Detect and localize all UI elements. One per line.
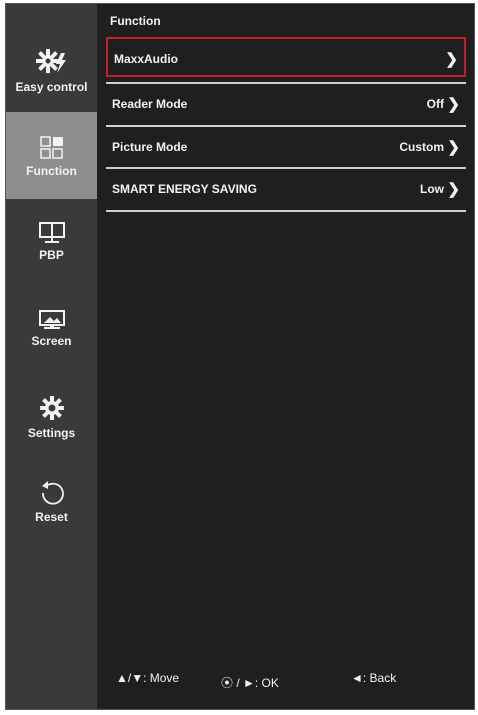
menu-item-value: Off xyxy=(426,97,444,111)
sidebar-item-function[interactable]: Function xyxy=(6,112,97,199)
pbp-icon xyxy=(38,222,65,243)
sidebar-item-pbp[interactable]: PBP xyxy=(6,222,97,262)
menu-item-reader-mode[interactable]: Reader Mode Off ❯ xyxy=(106,84,466,124)
menu-item-value: Low xyxy=(420,182,444,196)
function-icon xyxy=(39,136,63,159)
chevron-right-icon: ❯ xyxy=(447,96,460,113)
sidebar-item-label: Function xyxy=(26,164,77,178)
menu-item-maxxaudio[interactable]: MaxxAudio ❯ xyxy=(106,37,466,77)
menu-item-value: Custom xyxy=(399,140,444,154)
page-title: Function xyxy=(110,14,161,28)
footer-move-hint: ▲/▼: Move xyxy=(116,671,180,685)
sidebar-item-label: Easy control xyxy=(15,80,88,94)
settings-gear-icon xyxy=(39,396,64,420)
sidebar-item-settings[interactable]: Settings xyxy=(6,394,97,440)
menu-item-label: MaxxAudio xyxy=(114,52,179,66)
menu-item-label: SMART ENERGY SAVING xyxy=(112,182,257,196)
menu-item-smart-energy-saving[interactable]: SMART ENERGY SAVING Low ❯ xyxy=(106,169,466,209)
chevron-right-icon: ❯ xyxy=(445,51,458,68)
sidebar-item-easy-control[interactable]: Easy control xyxy=(6,46,97,94)
sidebar: Easy control Function PBP Screen Setting… xyxy=(6,4,97,709)
screen-icon xyxy=(38,310,65,329)
chevron-right-icon: ❯ xyxy=(447,139,460,156)
menu-item-label: Reader Mode xyxy=(112,97,188,111)
footer-back-hint: ◄: Back xyxy=(351,671,397,685)
chevron-right-icon: ❯ xyxy=(447,181,460,198)
function-panel: Function MaxxAudio ❯ Reader Mode Off ❯ P… xyxy=(106,4,466,709)
sidebar-item-screen[interactable]: Screen xyxy=(6,310,97,348)
sidebar-item-label: Screen xyxy=(31,334,72,348)
sidebar-item-label: PBP xyxy=(39,248,64,262)
sidebar-item-label: Settings xyxy=(27,426,76,440)
footer-ok-hint: ⦿ / ►: OK xyxy=(221,676,279,690)
reset-icon xyxy=(41,481,64,505)
easy-control-icon xyxy=(35,49,66,73)
sidebar-item-reset[interactable]: Reset xyxy=(6,480,97,524)
menu-item-picture-mode[interactable]: Picture Mode Custom ❯ xyxy=(106,127,466,167)
sidebar-item-label: Reset xyxy=(35,510,68,524)
divider xyxy=(106,210,466,212)
osd-menu: Easy control Function PBP Screen Setting… xyxy=(5,3,475,710)
menu-item-label: Picture Mode xyxy=(112,140,188,154)
